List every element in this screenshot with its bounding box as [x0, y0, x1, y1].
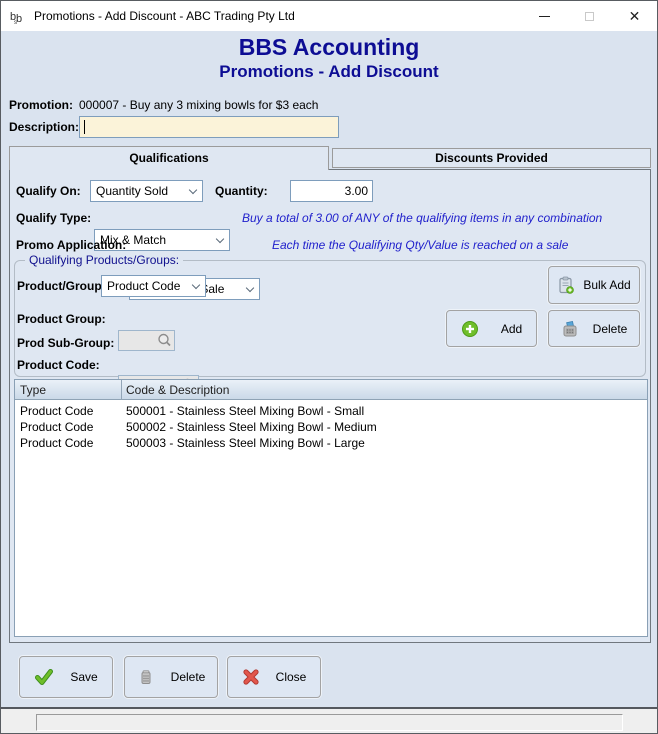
product-group-label: Product Group: [17, 312, 106, 326]
qualifications-panel: Qualify On: Quantity Sold Quantity: Qual… [9, 169, 651, 643]
promo-application-hint: Each time the Qualifying Qty/Value is re… [272, 238, 568, 252]
table-row[interactable]: Product Code 500002 - Stainless Steel Mi… [15, 419, 647, 435]
red-x-icon [242, 668, 260, 686]
qualify-on-label: Qualify On: [16, 184, 81, 198]
clipboard-plus-icon [557, 276, 575, 294]
table-row[interactable]: Product Code 500003 - Stainless Steel Mi… [15, 435, 647, 451]
qualifying-products-groupbox: Qualifying Products/Groups: Product/Grou… [14, 260, 646, 377]
promotion-label: Promotion: [9, 98, 73, 112]
tab-qualifications[interactable]: Qualifications [9, 146, 329, 170]
qualify-on-value: Quantity Sold [96, 184, 168, 198]
delete-row-button[interactable]: Delete [548, 310, 640, 347]
column-header-code-description[interactable]: Code & Description [121, 380, 234, 400]
add-button[interactable]: Add [446, 310, 537, 347]
app-title: BBS Accounting [1, 34, 657, 61]
qualifying-items-table[interactable]: Type Code & Description Product Code 500… [14, 379, 648, 637]
svg-text:s: s [14, 20, 17, 25]
trash-icon [137, 668, 155, 686]
product-code-label: Product Code: [17, 358, 100, 372]
product-group-type-value: Product Code [107, 279, 180, 293]
delete-button[interactable]: Delete [124, 656, 218, 698]
maximize-button[interactable] [567, 1, 612, 31]
chevron-down-icon [192, 281, 200, 289]
row-code-description: 500002 - Stainless Steel Mixing Bowl - M… [126, 419, 377, 435]
qualify-type-label: Qualify Type: [16, 211, 91, 225]
bulk-add-button[interactable]: Bulk Add [548, 266, 640, 304]
close-button-footer[interactable]: Close [227, 656, 321, 698]
titlebar: b b s Promotions - Add Discount - ABC Tr… [1, 1, 657, 31]
row-code-description: 500001 - Stainless Steel Mixing Bowl - S… [126, 403, 364, 419]
description-label: Description: [9, 120, 79, 134]
add-label: Add [501, 322, 522, 336]
description-input[interactable] [79, 116, 339, 138]
delete-label: Delete [171, 670, 206, 684]
shredder-icon [561, 320, 579, 338]
search-icon[interactable] [156, 332, 173, 349]
column-divider[interactable] [121, 380, 122, 400]
status-bar [1, 707, 657, 734]
quantity-input[interactable] [290, 180, 373, 202]
status-message-panel [36, 714, 623, 731]
app-icon: b b s [9, 8, 26, 25]
qualify-on-select[interactable]: Quantity Sold [90, 180, 203, 202]
text-caret [84, 120, 85, 134]
product-group-select-label: Product/Group: [17, 279, 106, 293]
row-code-description: 500003 - Stainless Steel Mixing Bowl - L… [126, 435, 365, 451]
close-label: Close [276, 670, 307, 684]
quantity-label: Quantity: [215, 184, 268, 198]
promotions-add-discount-window: b b s Promotions - Add Discount - ABC Tr… [0, 0, 658, 734]
groupbox-legend: Qualifying Products/Groups: [25, 253, 183, 267]
chevron-down-icon [216, 235, 224, 243]
close-icon: ✕ [629, 8, 641, 25]
prod-sub-group-label: Prod Sub-Group: [17, 336, 114, 350]
check-icon [34, 667, 54, 687]
tab-discounts-provided[interactable]: Discounts Provided [332, 148, 651, 168]
column-header-type[interactable]: Type [15, 380, 51, 400]
table-row[interactable]: Product Code 500001 - Stainless Steel Mi… [15, 403, 647, 419]
qualify-type-hint: Buy a total of 3.00 of ANY of the qualif… [242, 211, 602, 225]
delete-row-label: Delete [593, 322, 628, 336]
minimize-button[interactable] [522, 1, 567, 31]
chevron-down-icon [189, 186, 197, 194]
plus-circle-icon [461, 320, 479, 338]
promo-application-label: Promo Application: [16, 238, 126, 252]
maximize-icon [585, 12, 594, 21]
row-type: Product Code [20, 419, 93, 435]
table-header: Type Code & Description [15, 380, 647, 400]
row-type: Product Code [20, 435, 93, 451]
promotion-value: 000007 - Buy any 3 mixing bowls for $3 e… [79, 98, 318, 112]
window-title: Promotions - Add Discount - ABC Trading … [34, 9, 295, 23]
save-label: Save [70, 670, 97, 684]
page-title: Promotions - Add Discount [1, 62, 657, 82]
product-group-field [118, 330, 175, 351]
bulk-add-label: Bulk Add [583, 278, 630, 292]
close-button[interactable]: ✕ [612, 1, 657, 31]
row-type: Product Code [20, 403, 93, 419]
save-button[interactable]: Save [19, 656, 113, 698]
minimize-icon [539, 16, 550, 17]
product-group-type-select[interactable]: Product Code [101, 275, 206, 297]
